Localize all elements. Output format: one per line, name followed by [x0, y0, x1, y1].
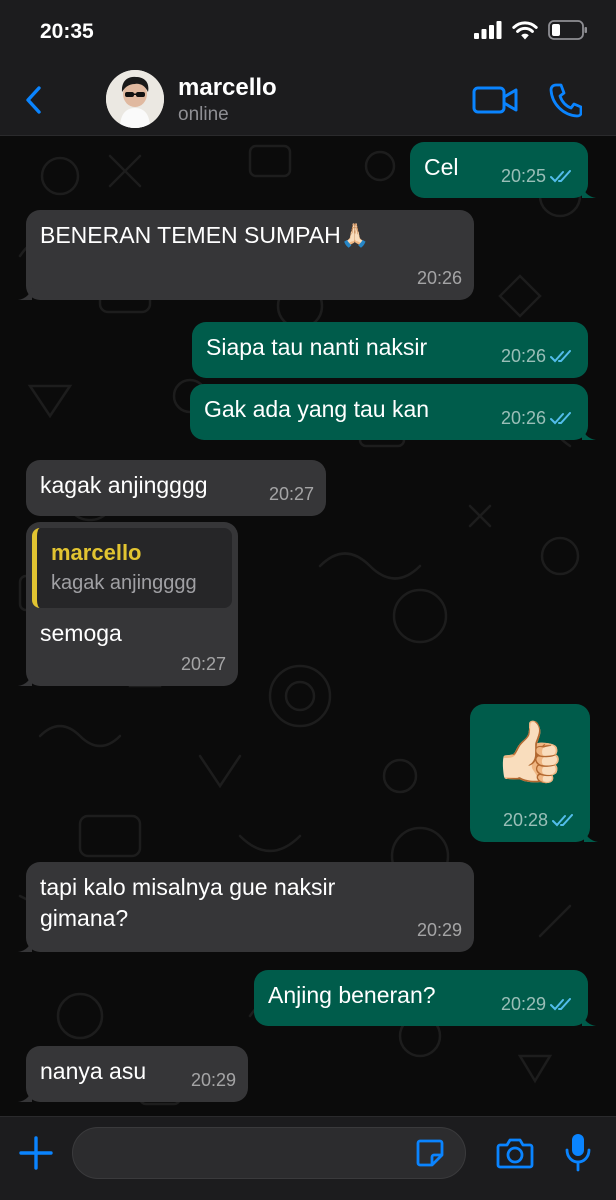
message-meta: 20:26	[501, 341, 576, 372]
message-text: nanya asu	[40, 1058, 147, 1084]
message-text: Siapa tau nanti naksir	[206, 334, 428, 360]
message-text: tapi kalo misalnya gue naksir gimana?	[40, 874, 336, 931]
bubble-tail	[584, 828, 598, 842]
message-meta: 20:27	[181, 649, 226, 680]
message-text: semoga	[40, 620, 122, 646]
microphone-icon[interactable]	[564, 1131, 592, 1173]
message-incoming-reply[interactable]: marcello kagak anjingggg semoga 20:27	[18, 522, 238, 686]
phone-icon[interactable]	[548, 82, 582, 118]
quoted-message[interactable]: marcello kagak anjingggg	[32, 528, 232, 608]
bubble-tail	[18, 286, 32, 300]
message-time: 20:27	[268, 484, 314, 504]
message-meta: 20:29	[417, 915, 462, 946]
bubble-tail	[18, 938, 32, 952]
chat-area[interactable]: Cel 20:25 BENERAN TEMEN SUMPAH🙏🏻 20:26 S…	[0, 136, 616, 1116]
message-outgoing[interactable]: Cel 20:25	[410, 142, 596, 198]
message-meta: 20:27	[269, 479, 314, 510]
message-time: 20:25	[500, 166, 546, 186]
chat-header: marcello online	[0, 62, 616, 136]
message-outgoing-emoji[interactable]: 👍🏻 20:28	[470, 704, 598, 842]
message-meta: 20:26	[501, 403, 576, 434]
battery-icon	[548, 20, 587, 40]
bubble-tail	[18, 672, 32, 686]
bubble-tail	[582, 426, 596, 440]
message-time: 20:26	[416, 268, 462, 288]
sticker-icon[interactable]	[414, 1137, 446, 1169]
message-outgoing[interactable]: Gak ada yang tau kan 20:26	[190, 384, 596, 440]
double-check-icon	[550, 411, 571, 424]
message-text: BENERAN TEMEN SUMPAH🙏🏻	[40, 222, 370, 248]
message-text: Gak ada yang tau kan	[204, 396, 430, 422]
message-input[interactable]	[72, 1127, 466, 1179]
status-icons	[474, 20, 588, 40]
message-meta: 20:25	[501, 161, 576, 192]
double-check-icon	[550, 169, 571, 182]
message-incoming[interactable]: BENERAN TEMEN SUMPAH🙏🏻 20:26	[18, 210, 474, 300]
avatar[interactable]	[106, 70, 164, 128]
message-text: Cel	[424, 154, 459, 180]
wifi-icon	[512, 20, 538, 39]
message-meta: 20:26	[417, 263, 462, 294]
message-incoming[interactable]: kagak anjingggg 20:27	[26, 460, 326, 516]
avatar-image	[106, 70, 164, 128]
message-outgoing[interactable]: Siapa tau nanti naksir 20:26	[192, 322, 588, 378]
status-bar: 20:35	[0, 0, 616, 62]
message-outgoing[interactable]: Anjing beneran? 20:29	[254, 970, 596, 1026]
message-time: 20:29	[190, 1070, 236, 1090]
signal-icon	[474, 21, 502, 39]
video-camera-icon[interactable]	[472, 84, 518, 116]
message-text: kagak anjingggg	[40, 472, 208, 498]
message-meta: 20:29	[501, 989, 576, 1020]
chevron-left-icon[interactable]	[20, 82, 48, 118]
message-time: 20:29	[416, 920, 462, 940]
message-time: 20:28	[502, 810, 548, 830]
double-check-icon	[550, 349, 571, 362]
quoted-text: kagak anjingggg	[51, 572, 197, 594]
message-time: 20:26	[500, 408, 546, 428]
status-time: 20:35	[40, 20, 94, 43]
thumbs-up-emoji: 👍🏻	[492, 718, 568, 785]
bubble-tail	[582, 184, 596, 198]
message-time: 20:26	[500, 346, 546, 366]
double-check-icon	[550, 997, 571, 1010]
message-meta: 20:29	[191, 1065, 236, 1096]
double-check-icon	[552, 813, 573, 826]
bubble-tail	[18, 1088, 32, 1102]
quoted-sender: marcello	[51, 540, 142, 565]
contact-name[interactable]: marcello	[178, 74, 277, 102]
message-time: 20:29	[500, 994, 546, 1014]
plus-icon[interactable]	[18, 1135, 54, 1171]
contact-status: online	[178, 104, 229, 125]
message-incoming[interactable]: nanya asu 20:29	[18, 1046, 248, 1102]
message-incoming[interactable]: tapi kalo misalnya gue naksir gimana? 20…	[18, 862, 474, 952]
message-time: 20:27	[180, 654, 226, 674]
bubble-tail	[582, 1012, 596, 1026]
camera-icon[interactable]	[496, 1135, 534, 1171]
message-meta: 20:28	[503, 805, 578, 836]
composer-bar	[0, 1116, 616, 1200]
message-text: Anjing beneran?	[268, 982, 436, 1008]
